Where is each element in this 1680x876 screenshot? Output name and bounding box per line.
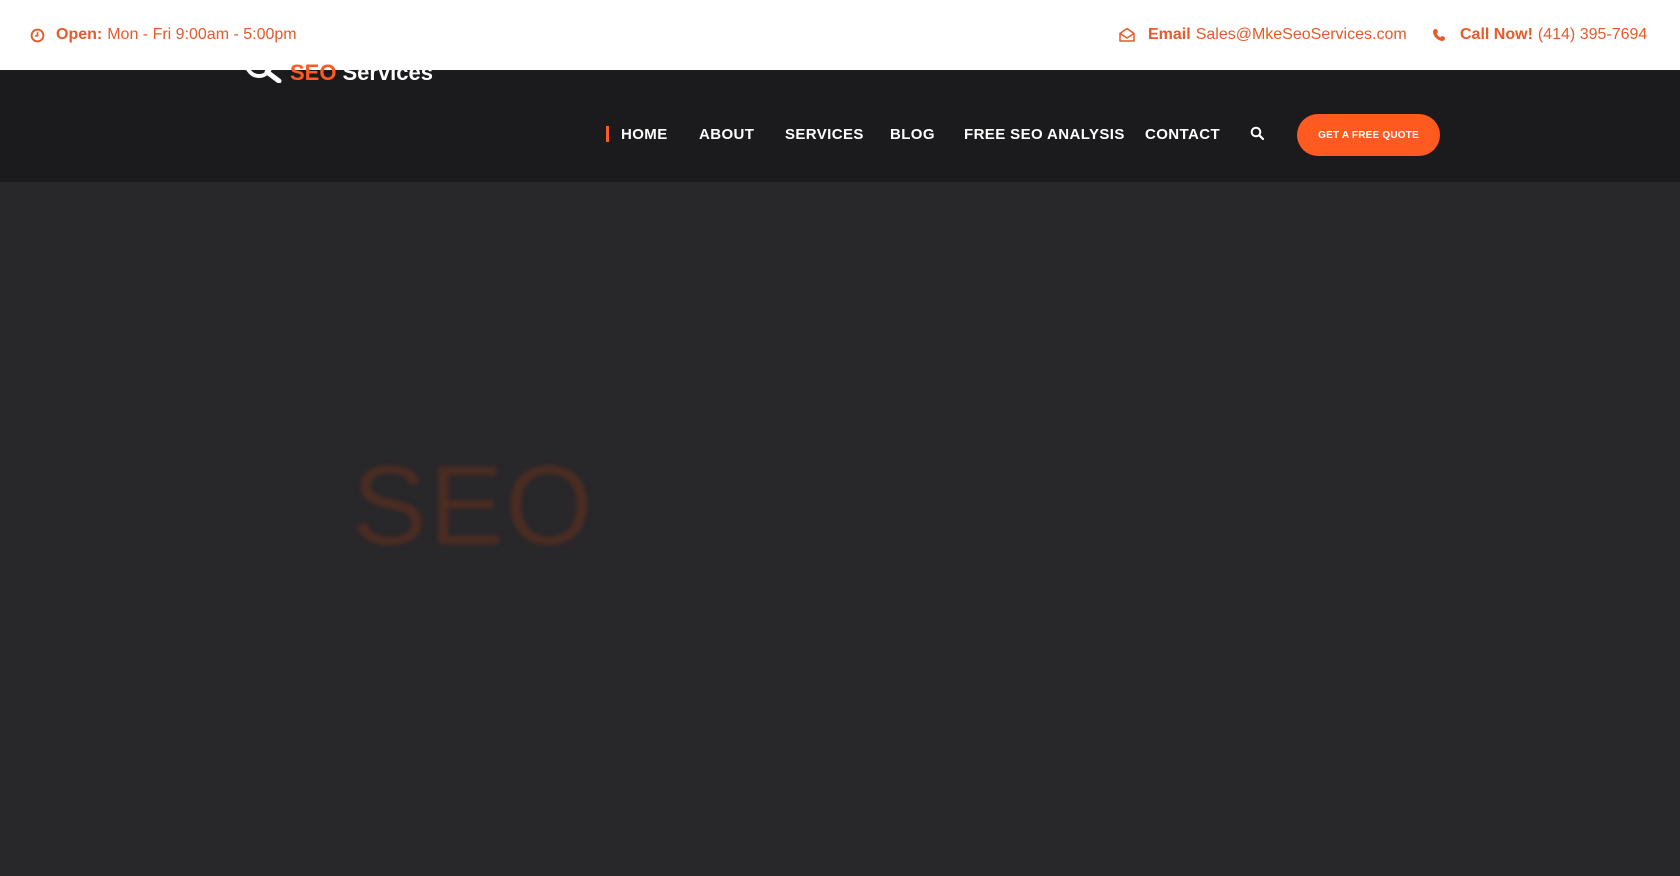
phone-icon <box>1432 28 1446 42</box>
site-logo[interactable]: Milwaukee SEO Services <box>243 40 453 86</box>
nav-blog[interactable]: BLOG <box>890 120 935 150</box>
clock-icon <box>29 27 45 43</box>
hero-section: SEO <box>0 182 1680 876</box>
logo-text-services: Services <box>342 60 433 85</box>
envelope-icon <box>1118 26 1136 44</box>
nav-about[interactable]: ABOUT <box>699 120 754 150</box>
phone-contact[interactable]: Call Now! (414) 395-7694 <box>1432 0 1647 70</box>
phone-link[interactable]: (414) 395-7694 <box>1538 26 1647 44</box>
hours-label: Open: <box>56 26 103 43</box>
nav-contact[interactable]: CONTACT <box>1145 120 1220 150</box>
logo-text-line2: SEO Services <box>290 60 433 86</box>
nav-free-seo-analysis[interactable]: FREE SEO ANALYSIS <box>964 120 1125 150</box>
active-nav-indicator <box>606 126 609 142</box>
logo-text-seo: SEO <box>290 60 337 85</box>
phone-label: Call Now! <box>1460 26 1533 43</box>
nav-services[interactable]: SERVICES <box>785 120 864 150</box>
email-label: Email <box>1148 26 1191 43</box>
nav-home[interactable]: HOME <box>621 120 668 150</box>
hero-heading: SEO <box>352 443 595 568</box>
hours-value: Mon - Fri 9:00am - 5:00pm <box>107 26 297 43</box>
get-free-quote-button[interactable]: GET A FREE QUOTE <box>1297 114 1440 156</box>
logo-mark-icon <box>244 47 287 83</box>
search-icon[interactable] <box>1250 126 1265 141</box>
email-link[interactable]: Sales@MkeSeoServices.com <box>1196 26 1407 44</box>
email-contact[interactable]: Email Sales@MkeSeoServices.com <box>1118 0 1407 70</box>
